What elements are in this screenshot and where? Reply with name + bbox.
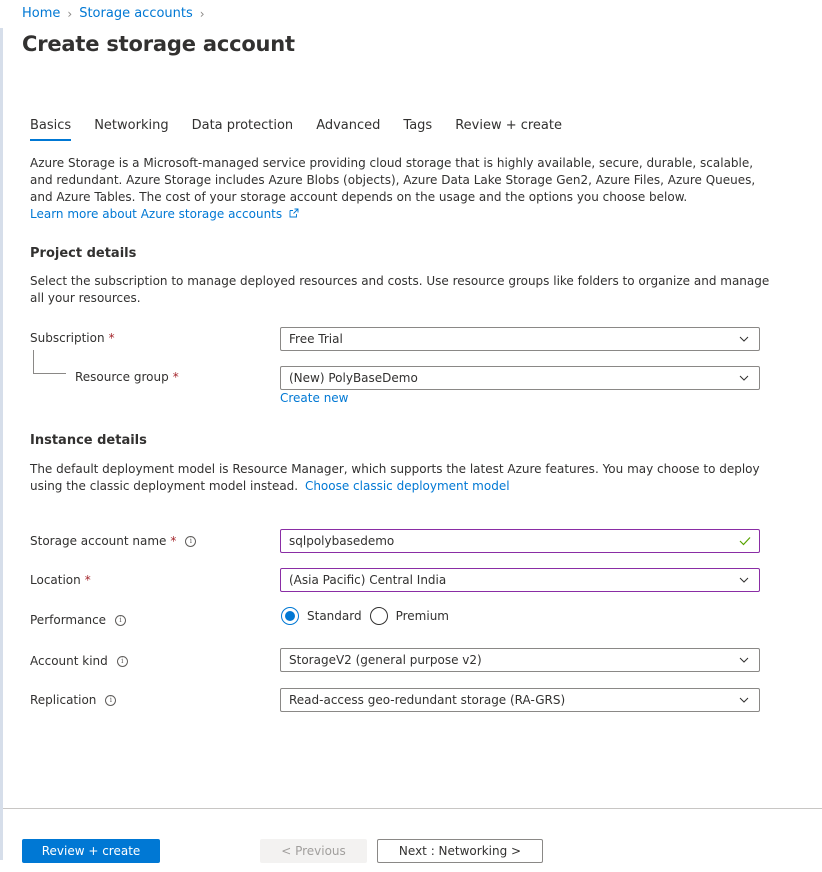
chevron-right-icon: › xyxy=(199,6,205,21)
next-networking-button[interactable]: Next : Networking > xyxy=(377,839,543,863)
subscription-dropdown[interactable]: Free Trial xyxy=(280,327,760,351)
left-panel-edge xyxy=(0,28,3,860)
required-indicator: * xyxy=(172,370,179,384)
project-details-description: Select the subscription to manage deploy… xyxy=(30,274,770,305)
account-kind-label: Account kind i xyxy=(30,654,128,668)
breadcrumb-storage-accounts[interactable]: Storage accounts xyxy=(79,6,193,21)
account-kind-dropdown[interactable]: StorageV2 (general purpose v2) xyxy=(280,648,760,672)
intro-section: Azure Storage is a Microsoft-managed ser… xyxy=(30,155,770,223)
breadcrumb-home[interactable]: Home xyxy=(22,6,60,21)
footer-divider xyxy=(3,808,822,809)
storage-account-name-label: Storage account name * i xyxy=(30,534,197,548)
info-icon[interactable]: i xyxy=(115,614,127,626)
learn-more-link[interactable]: Learn more about Azure storage accounts xyxy=(30,207,299,221)
radio-selected-icon xyxy=(281,607,299,625)
review-create-button[interactable]: Review + create xyxy=(22,839,160,863)
radio-unselected-icon xyxy=(369,607,388,625)
page-title: Create storage account xyxy=(22,32,295,56)
tree-connector xyxy=(33,350,66,374)
project-details-title: Project details xyxy=(30,246,137,261)
performance-standard-radio[interactable]: Standard xyxy=(281,607,362,625)
storage-account-name-value: sqlpolybasedemo xyxy=(289,534,395,548)
create-new-resource-group-link[interactable]: Create new xyxy=(280,390,349,407)
replication-label: Replication i xyxy=(30,693,117,707)
replication-label-text: Replication xyxy=(30,693,97,707)
performance-standard-label: Standard xyxy=(307,609,362,623)
required-indicator: * xyxy=(84,573,91,587)
performance-label: Performance i xyxy=(30,613,127,627)
performance-premium-label: Premium xyxy=(395,609,449,623)
chevron-down-icon xyxy=(739,577,749,583)
chevron-down-icon xyxy=(739,697,749,703)
info-icon[interactable]: i xyxy=(116,655,128,667)
chevron-down-icon xyxy=(739,375,749,381)
choose-classic-deployment-link[interactable]: Choose classic deployment model xyxy=(305,479,510,493)
location-value: (Asia Pacific) Central India xyxy=(289,573,447,587)
tab-review-create[interactable]: Review + create xyxy=(455,118,562,141)
learn-more-label: Learn more about Azure storage accounts xyxy=(30,207,283,221)
location-label-text: Location xyxy=(30,573,81,587)
resource-group-value: (New) PolyBaseDemo xyxy=(289,371,418,385)
storage-account-name-input[interactable]: sqlpolybasedemo xyxy=(280,529,760,553)
info-icon[interactable]: i xyxy=(105,694,117,706)
subscription-label-text: Subscription xyxy=(30,331,105,345)
info-icon[interactable]: i xyxy=(185,535,197,547)
chevron-right-icon: › xyxy=(67,6,73,21)
subscription-value: Free Trial xyxy=(289,332,343,346)
intro-text: Azure Storage is a Microsoft-managed ser… xyxy=(30,156,756,204)
checkmark-icon xyxy=(739,537,751,546)
storage-account-name-label-text: Storage account name xyxy=(30,534,167,548)
resource-group-label: Resource group * xyxy=(75,370,179,384)
required-indicator: * xyxy=(170,534,177,548)
location-dropdown[interactable]: (Asia Pacific) Central India xyxy=(280,568,760,592)
instance-details-title: Instance details xyxy=(30,433,147,448)
account-kind-label-text: Account kind xyxy=(30,654,108,668)
location-label: Location * xyxy=(30,573,91,587)
performance-premium-radio[interactable]: Premium xyxy=(369,607,449,625)
account-kind-value: StorageV2 (general purpose v2) xyxy=(289,653,482,667)
breadcrumb: Home › Storage accounts › xyxy=(22,6,212,21)
resource-group-dropdown[interactable]: (New) PolyBaseDemo xyxy=(280,366,760,390)
tab-advanced[interactable]: Advanced xyxy=(316,118,380,141)
tab-tags[interactable]: Tags xyxy=(403,118,432,141)
performance-label-text: Performance xyxy=(30,613,107,627)
chevron-down-icon xyxy=(739,657,749,663)
performance-radio-group: Standard Premium xyxy=(281,607,457,625)
resource-group-label-text: Resource group xyxy=(75,370,169,384)
external-link-icon xyxy=(289,208,299,218)
tab-networking[interactable]: Networking xyxy=(94,118,168,141)
required-indicator: * xyxy=(108,331,115,345)
instance-details-description: The default deployment model is Resource… xyxy=(30,461,770,495)
tab-basics[interactable]: Basics xyxy=(30,118,72,141)
replication-value: Read-access geo-redundant storage (RA-GR… xyxy=(289,693,566,707)
chevron-down-icon xyxy=(739,336,749,342)
tab-bar: Basics Networking Data protection Advanc… xyxy=(30,118,585,141)
subscription-label: Subscription * xyxy=(30,331,115,345)
replication-dropdown[interactable]: Read-access geo-redundant storage (RA-GR… xyxy=(280,688,760,712)
previous-button[interactable]: < Previous xyxy=(260,839,367,863)
tab-data-protection[interactable]: Data protection xyxy=(192,118,294,141)
